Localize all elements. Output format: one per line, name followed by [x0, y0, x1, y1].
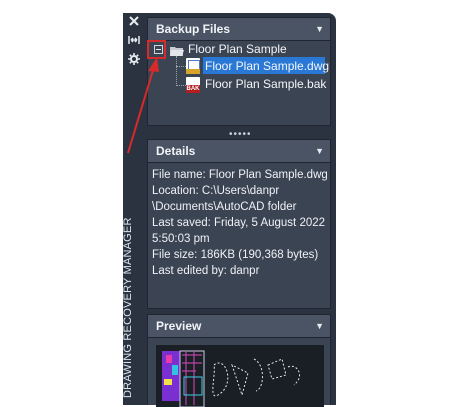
chevron-down-icon[interactable]: ▼: [315, 315, 324, 337]
dwg-file-icon: [186, 58, 200, 74]
close-icon[interactable]: [128, 15, 140, 27]
tree-item-bak[interactable]: Floor Plan Sample.bak: [205, 77, 326, 91]
details-text: File name: Floor Plan Sample.dwg Locatio…: [152, 167, 328, 279]
tree-root-label[interactable]: Floor Plan Sample: [188, 42, 287, 56]
preview-header[interactable]: Preview ▼: [148, 315, 330, 338]
chevron-down-icon[interactable]: ▼: [315, 140, 324, 162]
detail-line: Location: C:\Users\danpr: [152, 185, 280, 197]
bak-file-icon: BAK: [186, 77, 200, 93]
auto-hide-icon[interactable]: [128, 34, 140, 46]
bak-badge: BAK: [186, 85, 200, 93]
backup-files-header[interactable]: Backup Files ▼: [148, 18, 330, 41]
tree-line: [176, 66, 186, 68]
preview-title: Preview: [156, 319, 202, 333]
detail-line: 5:50:03 pm: [152, 233, 210, 245]
preview-panel: Preview ▼: [147, 314, 331, 407]
details-panel: Details ▼ File name: Floor Plan Sample.d…: [147, 139, 331, 309]
drawing-preview-thumbnail: [156, 345, 324, 407]
detail-line: File size: 186KB (190,368 bytes): [152, 249, 319, 261]
tree-item-dwg-label: Floor Plan Sample.dwg: [205, 59, 330, 73]
palette-vertical-title: DRAWING RECOVERY MANAGER: [122, 217, 134, 398]
backup-files-panel: Backup Files ▼ Floor Plan Sample Floor P…: [147, 17, 331, 126]
detail-line: \Documents\AutoCAD folder: [152, 201, 297, 213]
backup-files-title: Backup Files: [156, 22, 231, 36]
tree-line: [176, 85, 186, 87]
tree-line: [176, 56, 178, 86]
detail-line: File name: Floor Plan Sample.dwg: [152, 169, 328, 181]
details-header[interactable]: Details ▼: [148, 140, 330, 163]
detail-line: Last edited by: danpr: [152, 265, 260, 277]
detail-line: Last saved: Friday, 5 August 2022: [152, 217, 326, 229]
chevron-down-icon[interactable]: ▼: [315, 18, 324, 40]
annotation-arrow: [127, 57, 159, 154]
